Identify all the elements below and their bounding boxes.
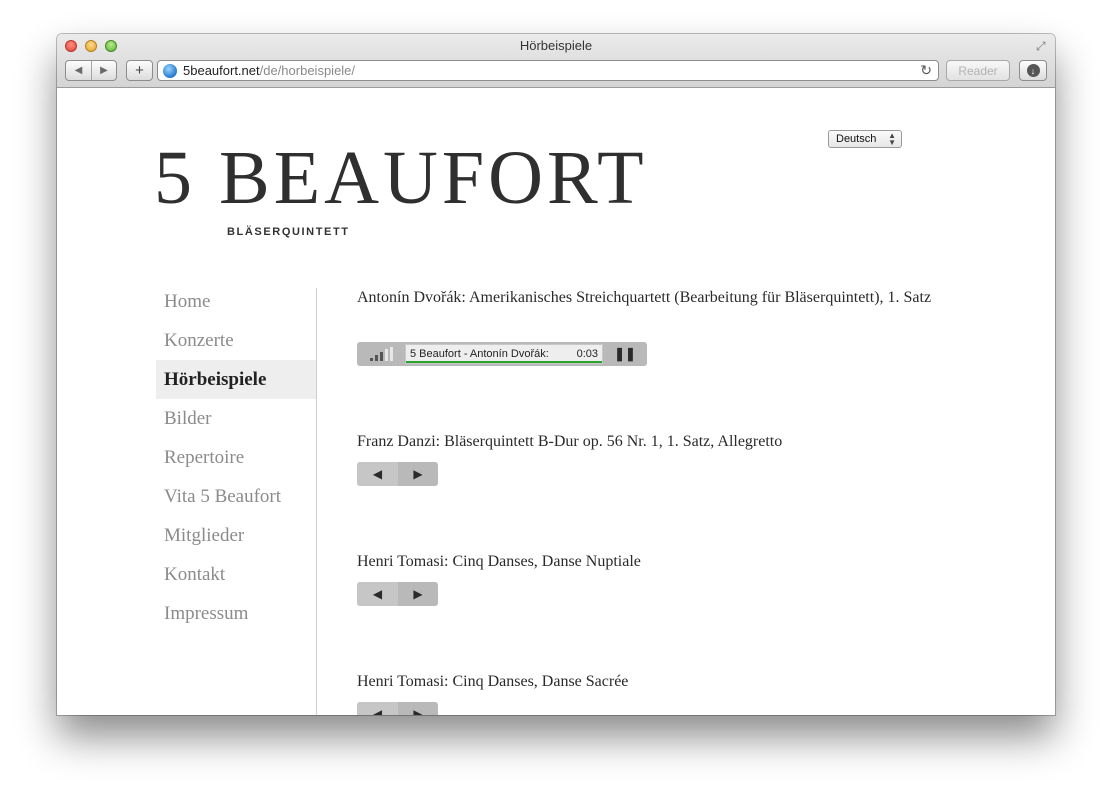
downloads-button[interactable]: ↓ [1019, 60, 1047, 81]
now-playing-text: 5 Beaufort - Antonín Dvořák: [410, 348, 549, 360]
audio-player: ◀ ▶ [357, 702, 438, 715]
speaker-icon: ◀ [372, 707, 383, 715]
play-button[interactable]: ▶ [398, 702, 438, 715]
nav-item-konzerte[interactable]: Konzerte [156, 321, 316, 360]
track-item: Franz Danzi: Bläserquintett B-Dur op. 56… [357, 430, 957, 486]
track-title: Franz Danzi: Bläserquintett B-Dur op. 56… [357, 433, 783, 450]
nav-item-repertoire[interactable]: Repertoire [156, 438, 316, 477]
globe-icon [163, 63, 177, 78]
plus-icon: + [135, 62, 144, 79]
window-title: Hörbeispiele [519, 38, 593, 53]
nav-item-home[interactable]: Home [156, 282, 316, 321]
now-playing-display[interactable]: 5 Beaufort - Antonín Dvořák: 0:03 [405, 344, 603, 364]
track-item: Henri Tomasi: Cinq Danses, Danse Nuptial… [357, 550, 957, 606]
back-button[interactable]: ◀ [66, 61, 91, 80]
track-title: Henri Tomasi: Cinq Danses, Danse Nuptial… [357, 553, 641, 570]
pause-icon: ❚❚ [614, 346, 636, 361]
track-item: Antonín Dvořák: Amerikanisches Streichqu… [357, 286, 957, 366]
nav-item-impressum[interactable]: Impressum [156, 594, 316, 633]
play-button[interactable]: ▶ [398, 582, 438, 606]
reader-button[interactable]: Reader [946, 60, 1010, 81]
mute-button[interactable]: ◀ [357, 702, 398, 715]
playback-time: 0:03 [576, 348, 598, 360]
back-forward-group: ◀ ▶ [65, 60, 117, 81]
volume-control[interactable] [357, 342, 405, 366]
add-bookmark-group: + [126, 60, 153, 81]
language-selected: Deutsch [836, 133, 877, 145]
audio-player: ◀ ▶ [357, 582, 438, 606]
reload-icon[interactable]: ↻ [920, 62, 932, 79]
url-path: /de/horbeispiele/ [259, 63, 356, 78]
browser-toolbar: Hörbeispiele ⤢ ◀ ▶ + 5beaufort.net /de/h… [57, 34, 1055, 88]
nav-item-bilder[interactable]: Bilder [156, 399, 316, 438]
speaker-icon: ◀ [372, 587, 383, 601]
forward-button[interactable]: ▶ [91, 61, 116, 80]
back-arrow-icon: ◀ [74, 65, 83, 76]
url-host: 5beaufort.net [183, 63, 260, 78]
web-page: 5 BEAUFORT BLÄSERQUINTETT Deutsch ▲ ▼ Hom… [57, 88, 1055, 715]
volume-level-icon [369, 347, 393, 361]
nav-item-vita[interactable]: Vita 5 Beaufort [156, 477, 316, 516]
track-title: Henri Tomasi: Cinq Danses, Danse Sacrée [357, 673, 629, 690]
track-item: Henri Tomasi: Cinq Danses, Danse Sacrée … [357, 670, 957, 715]
site-logo-subtitle: BLÄSERQUINTETT [227, 226, 350, 238]
browser-window: Hörbeispiele ⤢ ◀ ▶ + 5beaufort.net /de/h… [57, 34, 1055, 715]
sidebar-divider [316, 288, 317, 715]
track-title: Antonín Dvořák: Amerikanisches Streichqu… [357, 289, 932, 306]
download-icon: ↓ [1026, 64, 1040, 77]
language-select[interactable]: Deutsch ▲ ▼ [828, 130, 902, 148]
pause-button[interactable]: ❚❚ [603, 342, 647, 366]
audio-player: ◀ ▶ [357, 462, 438, 486]
play-icon: ▶ [413, 587, 423, 601]
audio-player: 5 Beaufort - Antonín Dvořák: 0:03 ❚❚ [357, 342, 647, 366]
sidebar-nav: Home Konzerte Hörbeispiele Bilder Repert… [156, 282, 316, 633]
site-logo[interactable]: 5 BEAUFORT [154, 140, 648, 216]
select-arrows-icon: ▲ ▼ [888, 131, 896, 147]
mute-button[interactable]: ◀ [357, 582, 398, 606]
play-button[interactable]: ▶ [398, 462, 438, 486]
nav-item-mitglieder[interactable]: Mitglieder [156, 516, 316, 555]
mute-button[interactable]: ◀ [357, 462, 398, 486]
address-bar[interactable]: 5beaufort.net /de/horbeispiele/ ↻ [157, 60, 939, 81]
fullscreen-icon[interactable]: ⤢ [1036, 39, 1050, 53]
nav-item-hoerbeispiele[interactable]: Hörbeispiele [156, 360, 316, 399]
nav-item-kontakt[interactable]: Kontakt [156, 555, 316, 594]
forward-arrow-icon: ▶ [100, 65, 108, 76]
speaker-icon: ◀ [372, 467, 383, 481]
add-bookmark-button[interactable]: + [127, 61, 152, 80]
play-icon: ▶ [413, 467, 423, 481]
play-icon: ▶ [413, 707, 423, 715]
progress-bar[interactable] [406, 361, 602, 363]
